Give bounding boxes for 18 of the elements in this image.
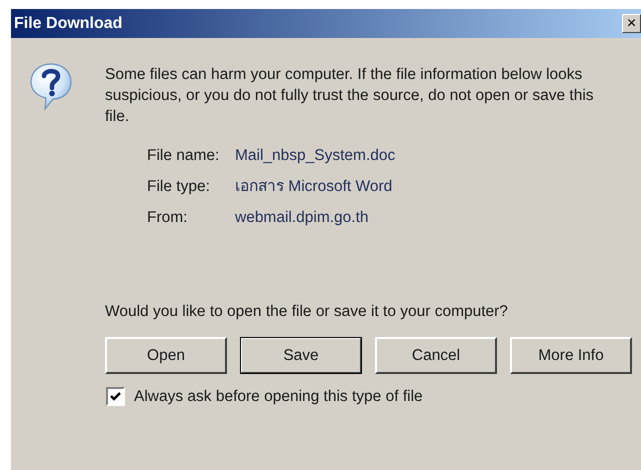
info-value: webmail.dpim.go.th [235,208,370,228]
close-button[interactable]: × [622,14,641,33]
window-title: File Download [13,14,122,32]
dialog-button[interactable]: Cancel [375,337,497,374]
info-label: From: [147,208,188,228]
info-label: File type: [147,177,211,197]
info-label: File name: [147,146,220,166]
checkbox-label: Always ask before opening this type of file [134,388,423,406]
warning-text: Some files can harm your computer. If the file information below looks suspicious, or you do not fully trust the source, do not open or save this file. [105,65,595,127]
dialog-button[interactable]: More Info [510,337,632,374]
checkbox[interactable] [106,387,125,406]
dialog-button[interactable]: Open [105,337,227,374]
info-value: เอกสาร Microsoft Word [235,177,394,197]
dialog-button[interactable]: Save [240,337,362,374]
check-icon [109,390,122,403]
question-icon [29,62,73,112]
question-text: Would you like to open the file or save it to your computer? [105,303,509,321]
info-value: Mail_nbsp_System.doc [235,146,396,166]
